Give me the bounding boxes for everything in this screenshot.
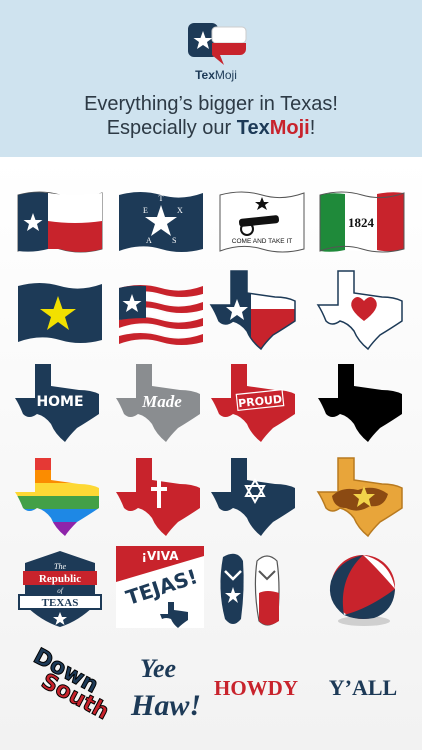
made-text: Made [141, 392, 182, 411]
yee-haw-sticker[interactable]: Yee Haw! [116, 643, 206, 723]
republic-word-text: Republic [39, 573, 81, 585]
cannon-flag-text: COME AND TAKE IT [232, 238, 292, 245]
republic-texas-text: TEXAS [42, 597, 79, 609]
texas-flag-map-icon [209, 270, 296, 351]
logo-wordmark: TexMoji [183, 68, 249, 82]
striped-flag-sticker[interactable] [116, 274, 206, 354]
texas-map-flag-sticker[interactable] [209, 269, 301, 351]
flip-flops-icon [220, 553, 280, 626]
yellow-star-flag-icon [18, 283, 102, 343]
texas-heart-sticker[interactable] [316, 269, 408, 351]
black-texas-icon [318, 364, 402, 442]
howdy-icon: HOWDY [214, 676, 298, 700]
texas-flag-sticker[interactable] [15, 183, 105, 263]
flip-flops-sticker[interactable] [211, 549, 301, 629]
tagline-prefix: Especially our [106, 117, 237, 139]
texas-flag-icon [17, 191, 103, 253]
1824-flag-sticker[interactable]: 1824 [317, 183, 407, 263]
yee-text: Yee [140, 654, 176, 683]
logo-word-tex: Tex [195, 68, 215, 82]
svg-text:A: A [146, 236, 152, 245]
haw-text: Haw! [130, 689, 201, 722]
howdy-sticker[interactable]: HOWDY [211, 643, 301, 723]
sticker-grid: T E X A S COME AND TAKE IT 1824 HOME Mad… [0, 157, 422, 750]
svg-text:E: E [143, 206, 148, 215]
republic-the-text: The [54, 562, 66, 571]
cross-texas-sticker[interactable] [116, 456, 206, 536]
star-texas-flag-icon: T E X A S [119, 192, 203, 252]
burnet-flag-sticker[interactable]: T E X A S [116, 183, 206, 263]
proud-texas-icon: PROUD [211, 364, 295, 442]
republic-badge-icon: The Republic of TEXAS [18, 551, 102, 627]
cannon-flag-icon: COME AND TAKE IT [219, 191, 305, 253]
home-texas-icon: HOME [15, 364, 99, 442]
yee-haw-icon: Yee Haw! [130, 654, 201, 722]
proud-texas-sticker[interactable]: PROUD [211, 362, 301, 442]
howdy-text: HOWDY [214, 676, 298, 700]
home-texas-sticker[interactable]: HOME [15, 362, 105, 442]
home-text: HOME [36, 394, 83, 410]
rainbow-texas-icon [15, 458, 99, 536]
app-header: TexMoji Everything’s bigger in Texas! Es… [0, 0, 422, 157]
tagline: Everything’s bigger in Texas! Especially… [0, 92, 422, 140]
logo-word-moji: Moji [214, 68, 237, 82]
brand-tex: Tex [236, 117, 270, 139]
svg-text:S: S [172, 236, 176, 245]
star-of-david-texas-sticker[interactable] [211, 456, 301, 536]
tricolor-flag-icon: 1824 [319, 191, 405, 253]
texmoji-logo-icon [188, 23, 247, 65]
black-texas-sticker[interactable] [318, 362, 408, 442]
waffle-texas-sticker[interactable] [316, 456, 408, 538]
made-texas-icon: Made [116, 364, 200, 442]
rainbow-texas-sticker[interactable] [15, 456, 105, 536]
svg-text:X: X [177, 206, 183, 215]
heart-texas-icon [316, 270, 403, 351]
tagline-suffix: ! [309, 117, 316, 139]
tagline-brand: TexMoji [237, 117, 310, 139]
down-south-icon: Down South [29, 644, 114, 726]
yall-sticker[interactable]: Y’ALL [318, 643, 408, 723]
mexico-flag-text: 1824 [348, 215, 375, 230]
stripes-flag-icon [119, 285, 203, 345]
star-of-david-texas-icon [211, 458, 295, 536]
made-texas-sticker[interactable]: Made [116, 362, 206, 442]
come-and-take-it-flag-sticker[interactable]: COME AND TAKE IT [217, 183, 307, 263]
waffle-texas-icon [316, 457, 403, 538]
brand-moji: Moji [269, 117, 310, 139]
dodson-flag-sticker[interactable] [15, 274, 105, 354]
yall-icon: Y’ALL [329, 675, 397, 700]
down-south-sticker[interactable]: Down South [15, 643, 114, 726]
beach-ball-sticker[interactable] [318, 549, 408, 629]
tagline-line1: Everything’s bigger in Texas! [84, 93, 338, 115]
tagline-line2: Especially our TexMoji! [0, 116, 422, 140]
svg-text:T: T [159, 194, 164, 203]
cross-texas-icon [116, 458, 200, 536]
beach-ball-icon [329, 555, 395, 626]
viva-tejas-icon: ¡VIVA TEJAS! [116, 546, 204, 628]
republic-of-texas-sticker[interactable]: The Republic of TEXAS [15, 549, 105, 629]
viva-text: ¡VIVA [142, 549, 180, 563]
viva-tejas-sticker[interactable]: ¡VIVA TEJAS! [116, 546, 206, 628]
yall-text: Y’ALL [329, 675, 397, 700]
